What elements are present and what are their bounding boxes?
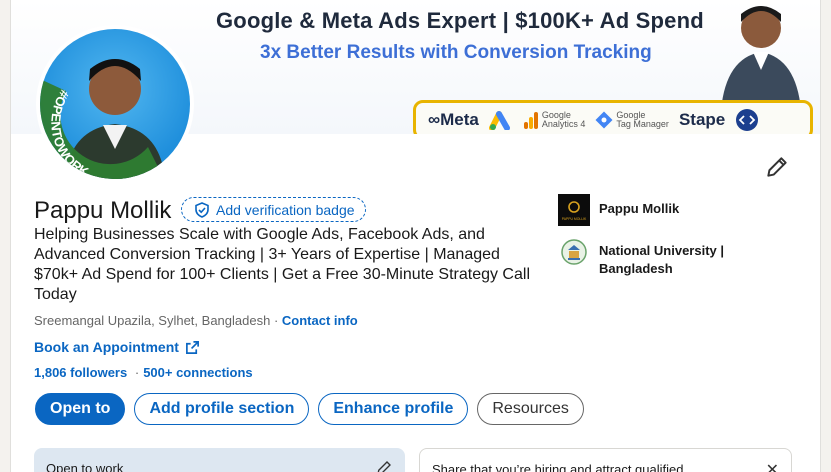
code-icon <box>736 109 759 131</box>
google-ads-icon <box>488 111 510 130</box>
followers-link[interactable]: 1,806 followers <box>34 365 127 380</box>
contact-info-link[interactable]: Contact info <box>282 313 358 328</box>
edit-icon[interactable] <box>375 459 393 472</box>
tag-manager-icon <box>595 111 613 129</box>
external-link-icon <box>185 340 199 354</box>
profile-side-info: PAPPU MOLLIK Pappu Mollik National Unive… <box>558 194 798 288</box>
meta-logo: ∞Meta <box>428 110 479 129</box>
open-to-work-label: Open to work <box>46 461 124 472</box>
shield-check-icon <box>195 201 209 218</box>
stape-logo: Stape <box>678 110 726 129</box>
profile-actions: Open to Add profile section Enhance prof… <box>35 393 584 425</box>
svg-text:#OPENTOWORK: #OPENTOWORK <box>48 87 91 179</box>
company-name: Pappu Mollik <box>599 201 680 216</box>
book-appointment-link[interactable]: Book an Appointment <box>34 339 200 355</box>
open-to-work-card[interactable]: Open to work <box>34 448 405 472</box>
add-profile-section-button[interactable]: Add profile section <box>134 393 310 425</box>
enhance-profile-button[interactable]: Enhance profile <box>318 393 469 425</box>
company-logo: PAPPU MOLLIK <box>558 194 590 226</box>
network-stats: 1,806 followers · 500+ connections <box>34 365 253 380</box>
education-name: National University | Bangladesh <box>599 243 725 276</box>
analytics-logo-bottom: Analytics 4 <box>541 119 586 129</box>
profile-photo[interactable]: #OPENTOWORK <box>36 25 194 183</box>
resources-button[interactable]: Resources <box>477 393 584 425</box>
education[interactable]: National University | Bangladesh <box>558 236 798 278</box>
company-logo-text: PAPPU MOLLIK <box>562 217 587 221</box>
university-logo <box>558 236 590 268</box>
profile-name: Pappu Mollik <box>34 197 172 224</box>
profile-headline: Helping Businesses Scale with Google Ads… <box>34 226 530 303</box>
profile-card: Google & Meta Ads Expert | $100K+ Ad Spe… <box>10 0 821 472</box>
verify-label: Add verification badge <box>216 201 355 218</box>
open-to-button[interactable]: Open to <box>35 393 126 425</box>
banner-person-image <box>706 0 816 110</box>
banner-title: Google & Meta Ads Expert | $100K+ Ad Spe… <box>216 8 704 33</box>
tool-logo-strip: ∞Meta Google Analytics 4 Google Tag Mana… <box>413 100 813 134</box>
tag-manager-logo-bottom: Tag Manager <box>616 119 669 129</box>
location-text: Sreemangal Upazila, Sylhet, Bangladesh <box>34 313 271 328</box>
stats-separator: · <box>134 365 140 380</box>
open-to-work-badge: #OPENTOWORK <box>48 87 91 179</box>
profile-location: Sreemangal Upazila, Sylhet, Bangladesh ·… <box>34 313 358 328</box>
close-icon[interactable]: ✕ <box>766 460 779 472</box>
hiring-card[interactable]: Share that you’re hiring and attract qua… <box>419 448 792 472</box>
current-company[interactable]: PAPPU MOLLIK Pappu Mollik <box>558 194 798 226</box>
banner-subtitle: 3x Better Results with Conversion Tracki… <box>260 42 652 63</box>
location-separator: · <box>273 313 279 328</box>
connections-link[interactable]: 500+ connections <box>143 365 252 380</box>
analytics-icon <box>523 112 538 129</box>
add-verification-badge-button[interactable]: Add verification badge <box>181 197 366 222</box>
appointment-label: Book an Appointment <box>34 339 179 355</box>
edit-intro-icon[interactable] <box>764 154 790 180</box>
hiring-text: Share that you’re hiring and attract qua… <box>432 462 684 472</box>
avatar: #OPENTOWORK <box>40 29 190 179</box>
